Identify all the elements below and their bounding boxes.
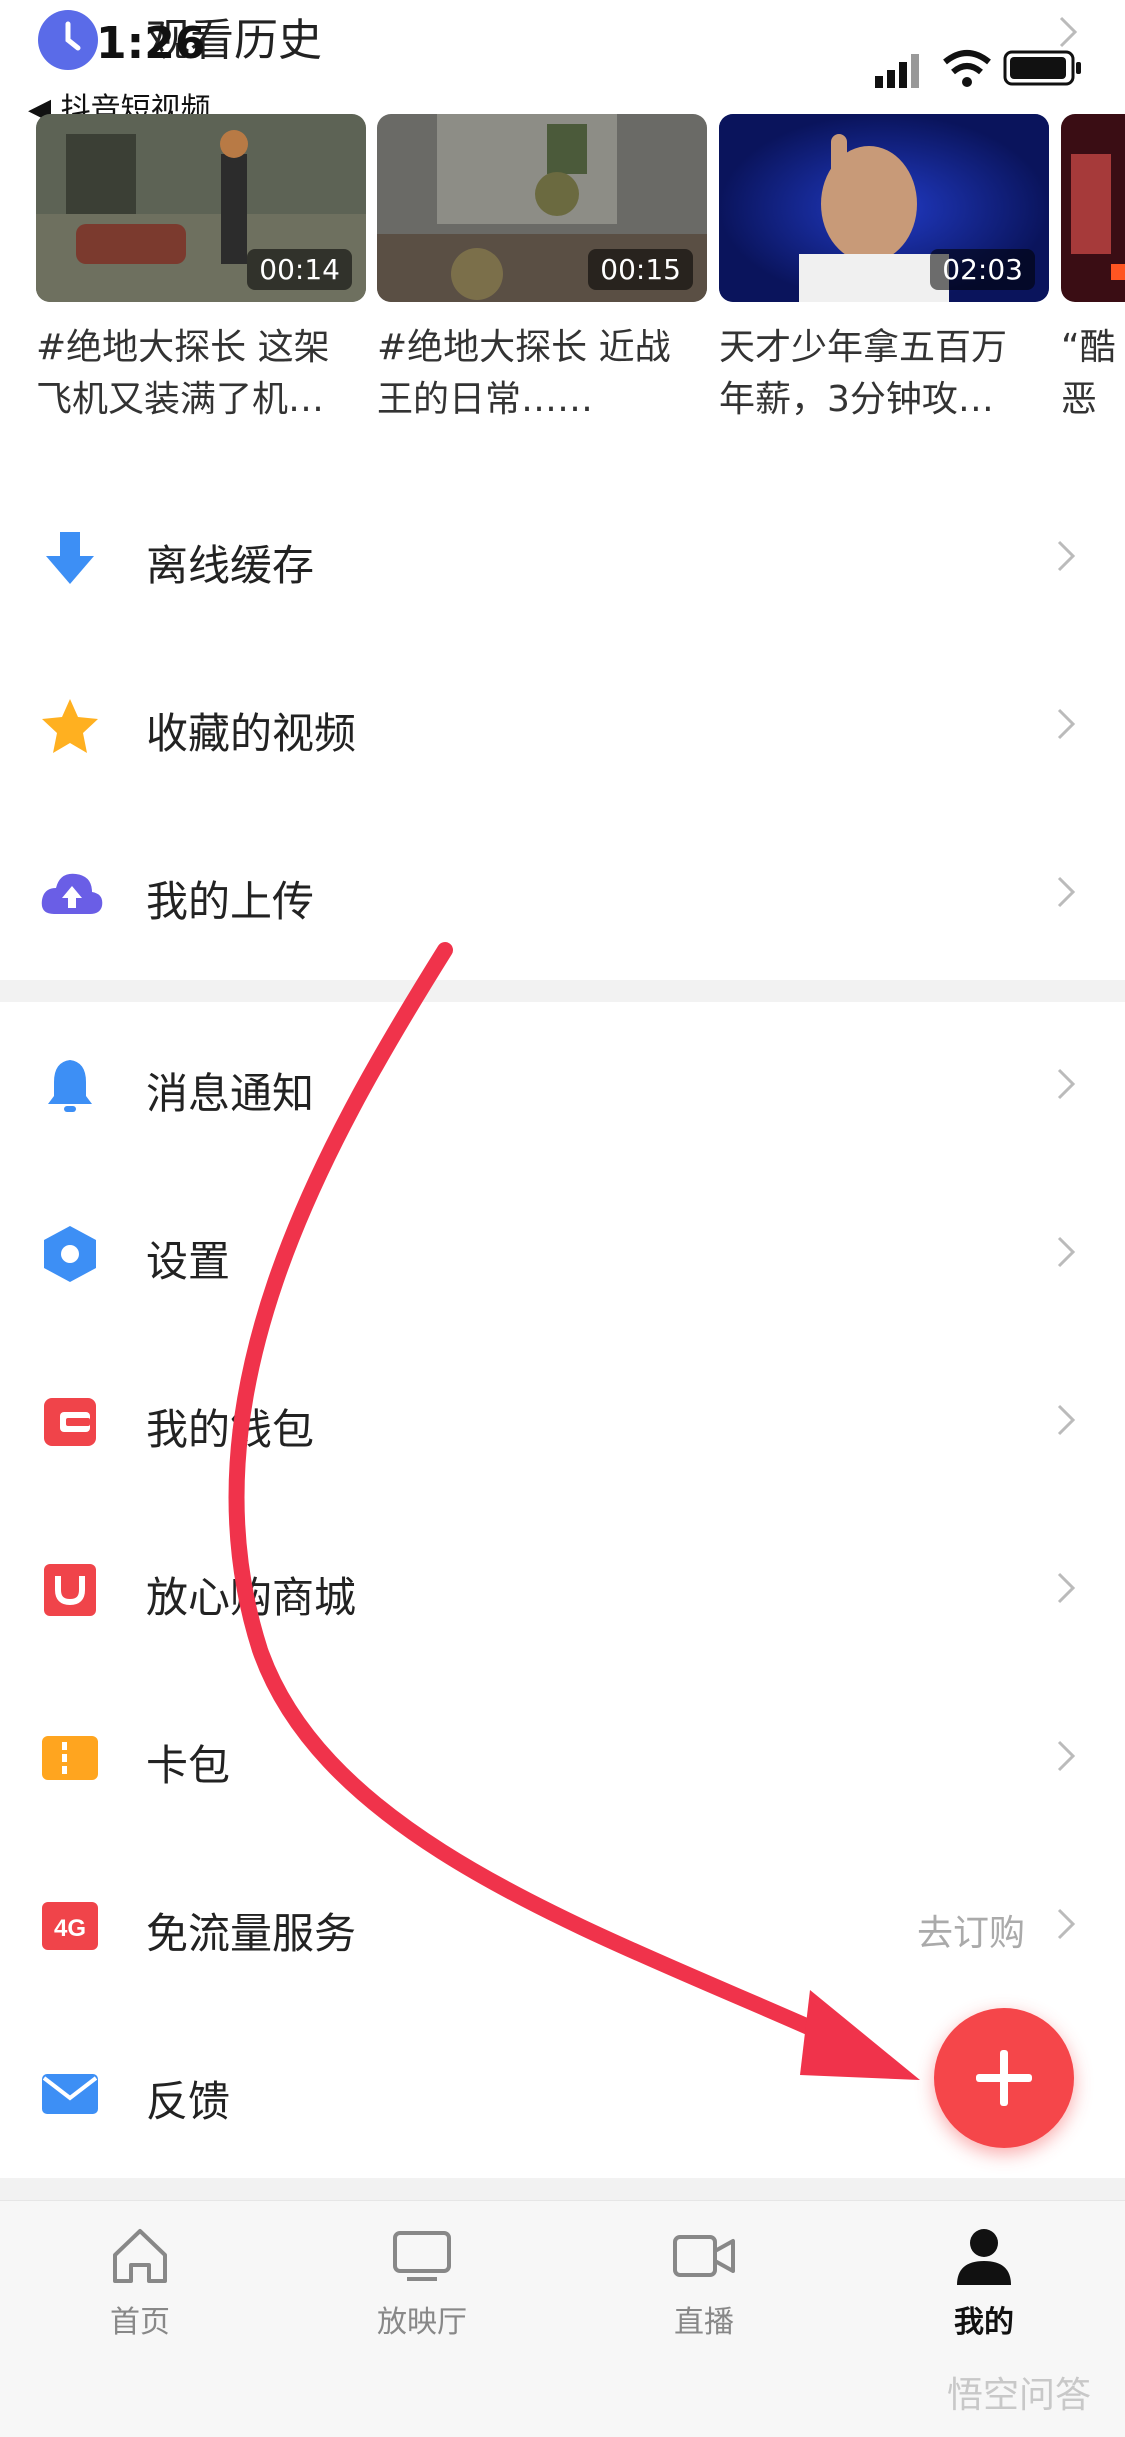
video-caption[interactable]: “酷 恶集 [1061, 322, 1125, 432]
video-camera-icon [669, 2221, 739, 2291]
menu-row-wallet[interactable]: 我的钱包 [0, 1338, 1125, 1506]
mail-icon [40, 2064, 100, 2124]
star-icon [40, 696, 100, 756]
bell-icon [40, 1056, 100, 1116]
tab-me[interactable]: 我的 [884, 2221, 1084, 2341]
wallet-icon [40, 1392, 100, 1452]
cloud-upload-icon [40, 864, 103, 924]
battery-icon [1003, 50, 1081, 86]
menu-row-offline-cache[interactable]: 离线缓存 [0, 474, 1125, 642]
menu-label: 收藏的视频 [146, 709, 357, 758]
menu-row-notifications[interactable]: 消息通知 [0, 1002, 1125, 1170]
tab-live[interactable]: 直播 [604, 2221, 804, 2341]
menu-row-free-data[interactable]: 4G 免流量服务 去订购 [0, 1842, 1125, 2010]
chevron-right-icon [1055, 1738, 1077, 1774]
chevron-right-icon [1055, 538, 1077, 574]
menu-label: 卡包 [146, 1741, 231, 1790]
status-time: 1:26 [96, 18, 206, 69]
section-separator [0, 2178, 1125, 2200]
video-thumb-4[interactable] [1061, 114, 1125, 302]
signal-icon [875, 54, 919, 88]
chevron-right-icon [1055, 1066, 1077, 1102]
tv-icon [387, 2221, 457, 2291]
add-fab-button[interactable] [934, 2008, 1074, 2148]
home-icon [105, 2221, 175, 2291]
tab-label: 直播 [674, 2305, 734, 2340]
tab-label: 首页 [110, 2305, 170, 2340]
history-clock-icon [38, 10, 98, 70]
video-duration: 02:03 [930, 249, 1035, 290]
video-caption[interactable]: #绝地大探长 近战 王的日常…… [377, 322, 707, 432]
shopping-bag-icon [40, 1560, 100, 1620]
menu-row-card-pack[interactable]: 卡包 [0, 1674, 1125, 1842]
tab-label: 放映厅 [377, 2305, 467, 2340]
subscribe-link[interactable]: 去订购 [917, 1904, 1025, 1956]
menu-row-settings[interactable]: 设置 [0, 1170, 1125, 1338]
settings-hex-icon [40, 1224, 100, 1284]
chevron-right-icon [1055, 706, 1077, 742]
download-icon [40, 528, 100, 588]
4g-icon: 4G [40, 1896, 100, 1956]
menu-label: 我的钱包 [146, 1405, 315, 1454]
menu-row-favorites[interactable]: 收藏的视频 [0, 642, 1125, 810]
video-thumb-3[interactable]: 02:03 [719, 114, 1049, 302]
menu-label: 我的上传 [146, 877, 315, 926]
video-thumb-1[interactable]: 00:14 [36, 114, 366, 302]
chevron-right-icon [1055, 1234, 1077, 1270]
chevron-right-icon [1055, 1570, 1077, 1606]
chevron-right-icon [1055, 1906, 1077, 1942]
tab-theater[interactable]: 放映厅 [322, 2221, 522, 2341]
svg-text:4G: 4G [54, 1915, 86, 1942]
menu-label: 反馈 [146, 2077, 231, 2126]
video-caption[interactable]: #绝地大探长 这架 飞机又装满了机… [36, 322, 366, 432]
chevron-right-icon [1055, 1402, 1077, 1438]
person-icon [949, 2221, 1019, 2291]
video-duration: 00:14 [247, 249, 352, 290]
watermark: 悟空问答 [946, 2375, 1091, 2416]
video-caption[interactable]: 天才少年拿五百万 年薪，3分钟攻… [719, 322, 1049, 432]
wifi-icon [943, 50, 991, 87]
menu-row-my-uploads[interactable]: 我的上传 [0, 810, 1125, 978]
menu-label: 消息通知 [146, 1069, 315, 1118]
menu-row-shop[interactable]: 放心购商城 [0, 1506, 1125, 1674]
plus-icon [976, 2050, 1032, 2106]
section-separator [0, 980, 1125, 1002]
menu-label: 离线缓存 [146, 541, 315, 590]
chevron-right-icon [1055, 874, 1077, 910]
menu-label: 设置 [146, 1237, 231, 1286]
card-pack-icon [40, 1728, 100, 1788]
status-icons [875, 46, 1085, 90]
tab-label: 我的 [954, 2305, 1014, 2340]
video-thumb-2[interactable]: 00:15 [377, 114, 707, 302]
menu-label: 放心购商城 [146, 1573, 357, 1622]
tab-home[interactable]: 首页 [40, 2221, 240, 2341]
menu-label: 免流量服务 [146, 1909, 357, 1958]
video-duration: 00:15 [588, 249, 693, 290]
